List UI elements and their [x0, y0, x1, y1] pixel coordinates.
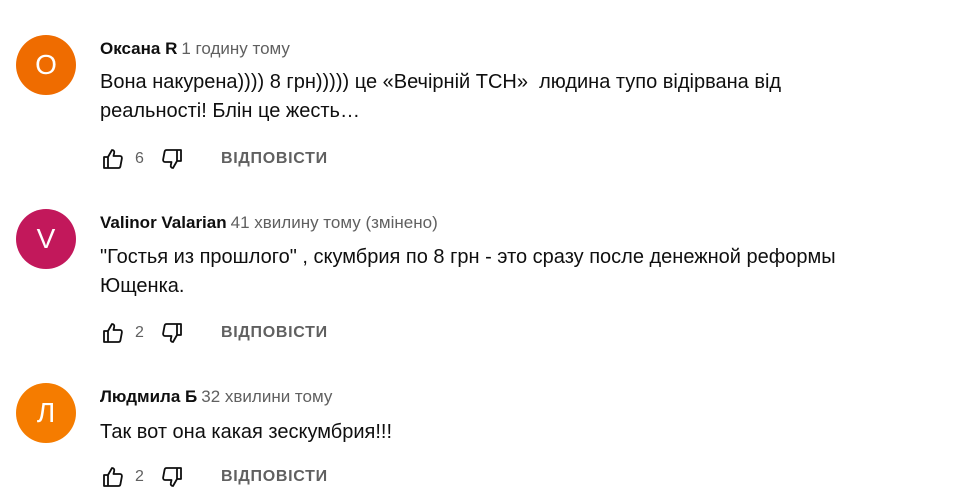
- like-count: 6: [135, 150, 144, 167]
- dislike-button[interactable]: [159, 146, 185, 172]
- thumb-up-icon: [103, 149, 123, 169]
- comment-time[interactable]: 1 годину тому: [181, 39, 290, 58]
- avatar[interactable]: Л: [16, 383, 76, 443]
- thumb-down-icon: [162, 467, 182, 487]
- thumb-up-icon: [103, 323, 123, 343]
- comment-time[interactable]: 32 хвилини тому: [201, 387, 332, 406]
- reply-button[interactable]: ВІДПОВІСТИ: [221, 324, 328, 342]
- comment-text: Вона накурена)))) 8 грн))))) це «Вечірні…: [100, 71, 782, 122]
- like-count: 2: [135, 324, 144, 341]
- comment-header: Людмила Б 32 хвилини тому: [100, 387, 332, 407]
- dislike-button[interactable]: [159, 464, 185, 490]
- comment-author[interactable]: Людмила Б: [100, 387, 197, 406]
- reply-button[interactable]: ВІДПОВІСТИ: [221, 468, 328, 486]
- comment-text: "Гостья из прошлого" , скумбрия по 8 грн…: [100, 246, 836, 297]
- comment-actions: 6 ВІДПОВІСТИ: [100, 146, 328, 172]
- thumb-up-icon: [103, 467, 123, 487]
- comment-time[interactable]: 41 хвилину тому (змінено): [231, 213, 438, 232]
- avatar[interactable]: О: [16, 35, 76, 95]
- thumb-down-icon: [162, 149, 182, 169]
- comment-author[interactable]: Оксана R: [100, 39, 177, 58]
- comment-actions: 2 ВІДПОВІСТИ: [100, 464, 328, 490]
- comment-text: Так вот она какая зескумбрия!!!: [100, 421, 393, 443]
- avatar[interactable]: V: [16, 209, 76, 269]
- like-button[interactable]: [100, 146, 126, 172]
- reply-button[interactable]: ВІДПОВІСТИ: [221, 150, 328, 168]
- comment-header: Valinor Valarian 41 хвилину тому (змінено…: [100, 213, 438, 233]
- like-button[interactable]: [100, 320, 126, 346]
- like-button[interactable]: [100, 464, 126, 490]
- like-count: 2: [135, 468, 144, 485]
- comment-header: Оксана R1 годину тому: [100, 39, 290, 59]
- thumb-down-icon: [162, 323, 182, 343]
- comment-author[interactable]: Valinor Valarian: [100, 213, 227, 232]
- dislike-button[interactable]: [159, 320, 185, 346]
- comment-actions: 2 ВІДПОВІСТИ: [100, 320, 328, 346]
